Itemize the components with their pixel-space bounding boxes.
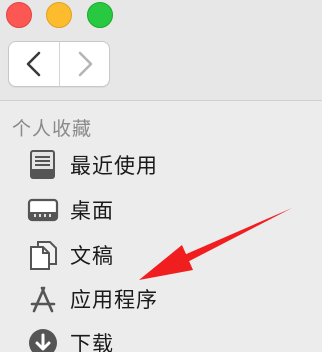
sidebar-item-desktop[interactable]: 桌面 <box>0 193 250 227</box>
sidebar-item-label: 桌面 <box>70 199 114 223</box>
recents-icon <box>30 150 55 179</box>
sidebar-item-recents[interactable]: 最近使用 <box>0 148 250 182</box>
sidebar-item-label: 文稿 <box>70 244 114 268</box>
zoom-button[interactable] <box>87 2 113 28</box>
finder-window: 个人收藏 最近使用 桌面 文稿 应用程序 下载 <box>0 0 322 352</box>
sidebar-item-applications[interactable]: 应用程序 <box>0 282 250 316</box>
sidebar-item-documents[interactable]: 文稿 <box>0 238 250 272</box>
sidebar-section-favorites: 个人收藏 <box>12 118 93 140</box>
chevron-left-icon <box>26 51 41 77</box>
applications-icon <box>30 286 56 313</box>
documents-icon <box>30 241 57 270</box>
desktop-icon <box>27 198 59 222</box>
sidebar-item-label: 应用程序 <box>70 288 158 312</box>
sidebar-item-downloads[interactable]: 下载 <box>0 326 250 352</box>
minimize-button[interactable] <box>46 2 72 28</box>
sidebar-item-label: 下载 <box>70 332 114 352</box>
chevron-right-icon <box>78 51 93 77</box>
navigation-buttons <box>8 41 110 87</box>
titlebar <box>0 0 322 101</box>
close-button[interactable] <box>6 2 32 28</box>
sidebar-item-label: 最近使用 <box>70 154 158 178</box>
downloads-icon <box>29 329 57 352</box>
forward-button[interactable] <box>60 42 109 86</box>
back-button[interactable] <box>9 42 60 86</box>
